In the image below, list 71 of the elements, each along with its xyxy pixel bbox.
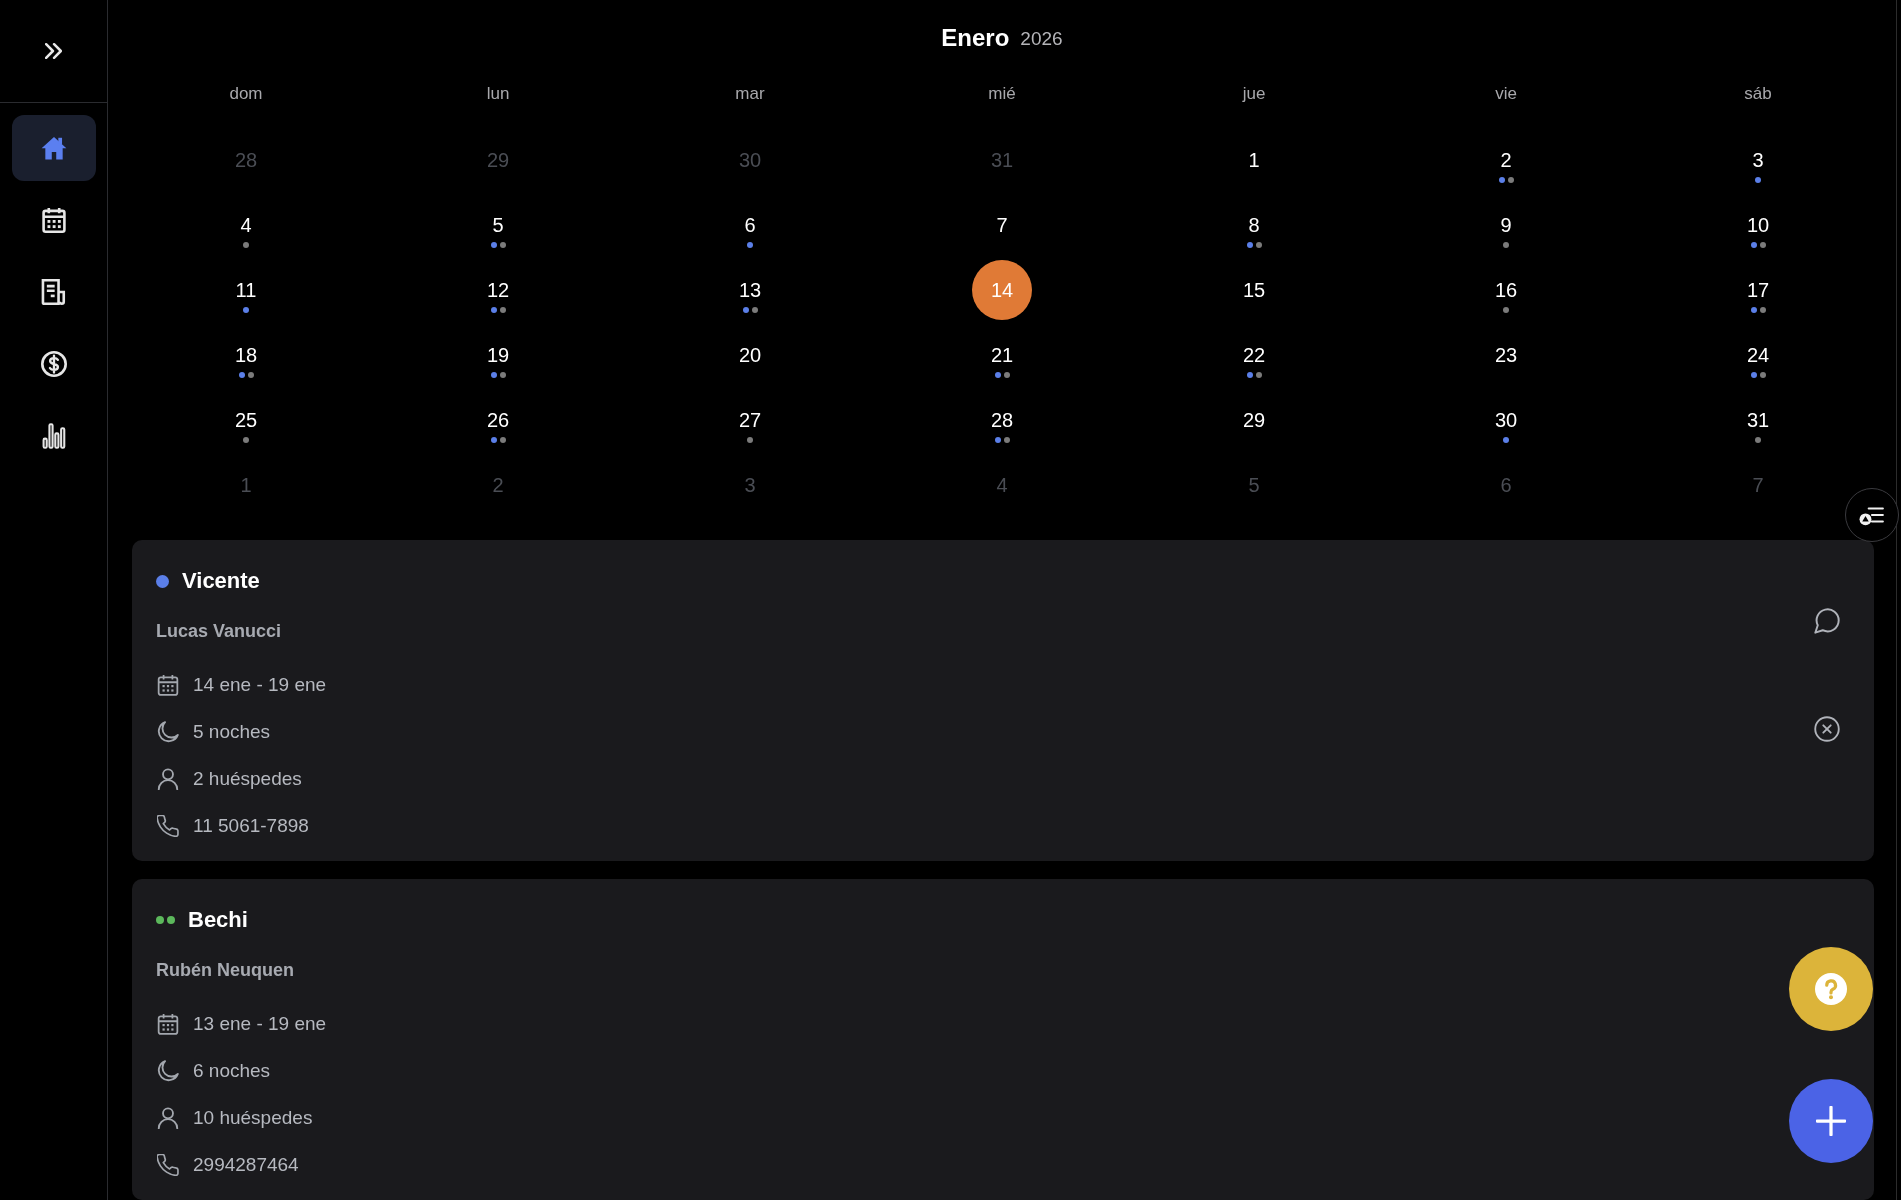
calendar-day[interactable]: 9: [1492, 212, 1520, 238]
calendar-day[interactable]: 6: [736, 212, 764, 238]
person-icon: [157, 768, 179, 790]
calendar-day[interactable]: 17: [1744, 277, 1772, 303]
detail-text: 6 noches: [193, 1060, 271, 1082]
calendar-day[interactable]: 31: [1744, 407, 1772, 433]
bar-chart-icon: [40, 423, 67, 449]
calendar-day[interactable]: 27: [736, 407, 764, 433]
double-chevron-icon[interactable]: [45, 43, 62, 59]
dollar-icon: [40, 351, 67, 377]
detail-text: 14 ene - 19 ene: [193, 674, 327, 696]
calendar-day[interactable]: 30: [1492, 407, 1520, 433]
calendar-day[interactable]: 23: [1492, 342, 1520, 368]
calendar-day[interactable]: 5: [484, 212, 512, 238]
detail-text: 2994287464: [193, 1154, 299, 1176]
calendar-day[interactable]: 24: [1744, 342, 1772, 368]
calendar-day[interactable]: 20: [736, 342, 764, 368]
weekday-label: mar: [735, 83, 765, 104]
weekday-label: dom: [229, 83, 263, 104]
calendar-day[interactable]: 8: [1240, 212, 1268, 238]
plus-icon: [1816, 1106, 1846, 1136]
calendar-day[interactable]: 25: [232, 407, 260, 433]
calendar-day[interactable]: 13: [736, 277, 764, 303]
calendar-day[interactable]: 12: [484, 277, 512, 303]
phone-icon: [157, 815, 179, 837]
guest-name: Rubén Neuquen: [156, 959, 294, 982]
detail-text: 5 noches: [193, 721, 271, 743]
year-label: 2026: [1020, 26, 1063, 51]
calendar-day[interactable]: 10: [1744, 212, 1772, 238]
close-icon[interactable]: [1814, 715, 1840, 742]
calendar-day[interactable]: 22: [1240, 342, 1268, 368]
calendar-day[interactable]: 1: [1240, 147, 1268, 173]
calendar-day[interactable]: 16: [1492, 277, 1520, 303]
calendar-day[interactable]: 15: [1240, 277, 1268, 303]
list-icon: [1859, 504, 1885, 526]
reservation-title: Bechi: [188, 907, 248, 933]
calendar-icon: [40, 207, 67, 233]
weekday-label: vie: [1495, 83, 1517, 104]
calendar-icon: [157, 674, 179, 696]
document-icon: [40, 279, 67, 305]
detail-text: 2 huéspedes: [193, 768, 302, 790]
calendar-day[interactable]: 7: [988, 212, 1016, 238]
house-icon: [40, 135, 67, 161]
month-title: Enero: [941, 22, 1010, 53]
detail-text: 13 ene - 19 ene: [193, 1013, 327, 1035]
calendar-day[interactable]: 21: [988, 342, 1016, 368]
detail-text: 11 5061-7898: [193, 815, 309, 837]
detail-text: 10 huéspedes: [193, 1107, 313, 1129]
calendar-icon: [157, 1013, 179, 1035]
moon-icon: [157, 1060, 179, 1082]
phone-icon: [157, 1154, 179, 1176]
reservation-title: Vicente: [182, 568, 260, 594]
speech-bubble-icon[interactable]: [1814, 608, 1840, 634]
calendar-day[interactable]: 3: [1744, 147, 1772, 173]
calendar-day[interactable]: 26: [484, 407, 512, 433]
calendar-day[interactable]: 19: [484, 342, 512, 368]
calendar-day[interactable]: 11: [232, 277, 260, 303]
calendar-day[interactable]: 4: [232, 212, 260, 238]
question-mark-icon: [1815, 973, 1847, 1005]
calendar-day[interactable]: 18: [232, 342, 260, 368]
weekday-label: mié: [988, 83, 1016, 104]
calendar-day[interactable]: 28: [988, 407, 1016, 433]
person-icon: [157, 1107, 179, 1129]
calendar-day[interactable]: 29: [1240, 407, 1268, 433]
weekday-label: jue: [1242, 83, 1266, 104]
moon-icon: [157, 721, 179, 743]
weekday-label: sáb: [1744, 83, 1772, 104]
list-button[interactable]: [1845, 488, 1899, 542]
weekday-label: lun: [486, 83, 510, 104]
calendar-day[interactable]: 2: [1492, 147, 1520, 173]
guest-name: Lucas Vanucci: [156, 620, 282, 643]
